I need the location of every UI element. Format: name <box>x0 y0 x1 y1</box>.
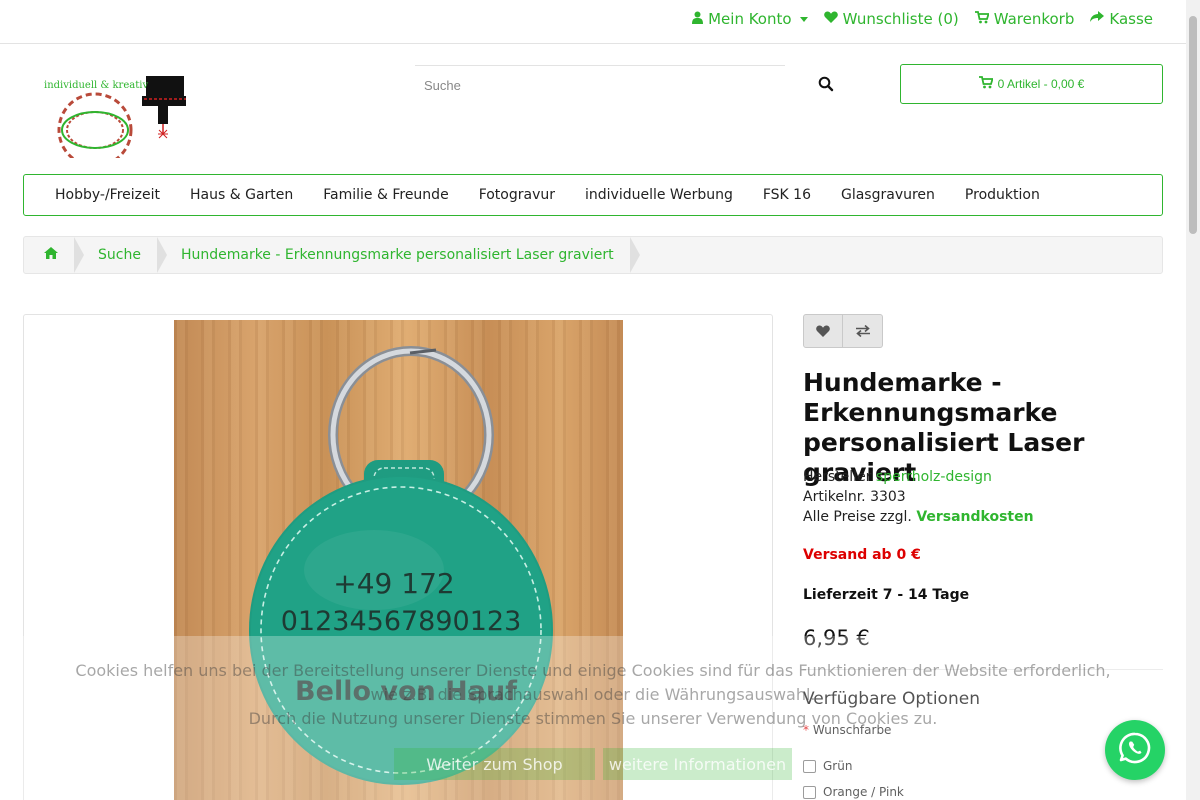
home-icon <box>44 247 58 263</box>
top-bar: Mein Konto Wunschliste (0) Warenkorb Kas… <box>0 0 1186 44</box>
nav-item-familie-freunde[interactable]: Familie & Freunde <box>308 187 463 203</box>
page-scrollbar[interactable] <box>1186 0 1200 800</box>
my-account-label: Mein Konto <box>708 10 792 28</box>
cart-label: Warenkorb <box>993 10 1075 28</box>
cart-link[interactable]: Warenkorb <box>974 10 1075 28</box>
product-meta: Hersteller sperrholz-design Artikelnr. 3… <box>803 467 1034 527</box>
wishlist-link[interactable]: Wunschliste (0) <box>823 10 959 28</box>
whatsapp-button[interactable] <box>1105 720 1165 780</box>
cookie-accept-button[interactable]: Weiter zum Shop <box>394 748 595 780</box>
nav-item-produktion[interactable]: Produktion <box>950 187 1055 203</box>
nav-item-fsk16[interactable]: FSK 16 <box>748 187 826 203</box>
nav-item-glasgravuren[interactable]: Glasgravuren <box>826 187 950 203</box>
cookie-text-line3: Durch die Nutzung unserer Dienste stimme… <box>248 709 938 728</box>
breadcrumb-search[interactable]: Suche <box>74 237 167 273</box>
delivery-time: Lieferzeit 7 - 14 Tage <box>803 587 970 603</box>
add-to-wishlist-button[interactable] <box>803 314 843 348</box>
user-icon <box>692 11 704 28</box>
header-cart-label: 0 Artikel - 0,00 € <box>997 77 1085 91</box>
nav-item-hobby[interactable]: Hobby-/Freizeit <box>40 187 175 203</box>
whatsapp-icon <box>1118 731 1152 769</box>
breadcrumb-search-label: Suche <box>98 247 141 263</box>
engraving-phone-prefix: +49 172 <box>333 567 454 600</box>
checkout-link[interactable]: Kasse <box>1090 10 1153 28</box>
cookie-text: Cookies helfen uns bei der Bereitstellun… <box>0 659 1186 731</box>
caret-down-icon <box>799 16 808 22</box>
shipping-from: Versand ab 0 € <box>803 547 921 563</box>
article-row: Artikelnr. 3303 <box>803 487 1034 507</box>
heart-icon <box>816 322 830 341</box>
breadcrumb: Suche Hundemarke - Erkennungsmarke perso… <box>23 236 1163 274</box>
cookie-more-info-button[interactable]: weitere Informationen <box>603 748 792 780</box>
share-arrow-icon <box>1090 11 1105 27</box>
my-account-link[interactable]: Mein Konto <box>692 10 808 28</box>
compare-button[interactable] <box>843 314 883 348</box>
search-box <box>415 65 785 105</box>
breadcrumb-home[interactable] <box>24 237 84 273</box>
manufacturer-label: Hersteller <box>803 469 872 485</box>
nav-item-werbung[interactable]: individuelle Werbung <box>570 187 748 203</box>
exchange-icon <box>855 322 871 341</box>
shop-logo[interactable]: individuell & kreativ <box>40 72 190 168</box>
checkout-label: Kasse <box>1109 10 1153 28</box>
search-icon[interactable] <box>818 76 836 94</box>
prices-row: Alle Preise zzgl. Versandkosten <box>803 507 1034 527</box>
prices-note: Alle Preise zzgl. <box>803 509 912 525</box>
breadcrumb-product-label: Hundemarke - Erkennungsmarke personalisi… <box>180 247 614 263</box>
search-input[interactable] <box>415 66 785 104</box>
top-links: Mein Konto Wunschliste (0) Warenkorb Kas… <box>692 10 1153 28</box>
nav-item-fotogravur[interactable]: Fotogravur <box>464 187 570 203</box>
logo-text: individuell & kreativ <box>44 80 149 91</box>
product-action-buttons <box>803 314 883 348</box>
cart-icon <box>974 10 990 28</box>
scrollbar-thumb[interactable] <box>1189 16 1197 234</box>
shipping-costs-link[interactable]: Versandkosten <box>916 509 1033 525</box>
engraving-phone-number: 01234567890123 <box>281 606 522 637</box>
article-number: 3303 <box>870 489 906 505</box>
breadcrumb-product[interactable]: Hundemarke - Erkennungsmarke personalisi… <box>157 237 640 273</box>
cookie-text-line2: wie z.B. die Sprachauswahl oder die Währ… <box>370 685 816 704</box>
cart-icon <box>978 76 994 92</box>
header-cart-button[interactable]: 0 Artikel - 0,00 € <box>900 64 1163 104</box>
nav-item-haus-garten[interactable]: Haus & Garten <box>175 187 308 203</box>
main-nav: Hobby-/Freizeit Haus & Garten Familie & … <box>23 174 1163 216</box>
manufacturer-row: Hersteller sperrholz-design <box>803 467 1034 487</box>
manufacturer-link[interactable]: sperrholz-design <box>876 469 992 485</box>
cookie-text-line1: Cookies helfen uns bei der Bereitstellun… <box>75 661 1111 680</box>
heart-icon <box>823 11 838 27</box>
article-label: Artikelnr. <box>803 489 866 505</box>
wishlist-label: Wunschliste (0) <box>842 10 959 28</box>
